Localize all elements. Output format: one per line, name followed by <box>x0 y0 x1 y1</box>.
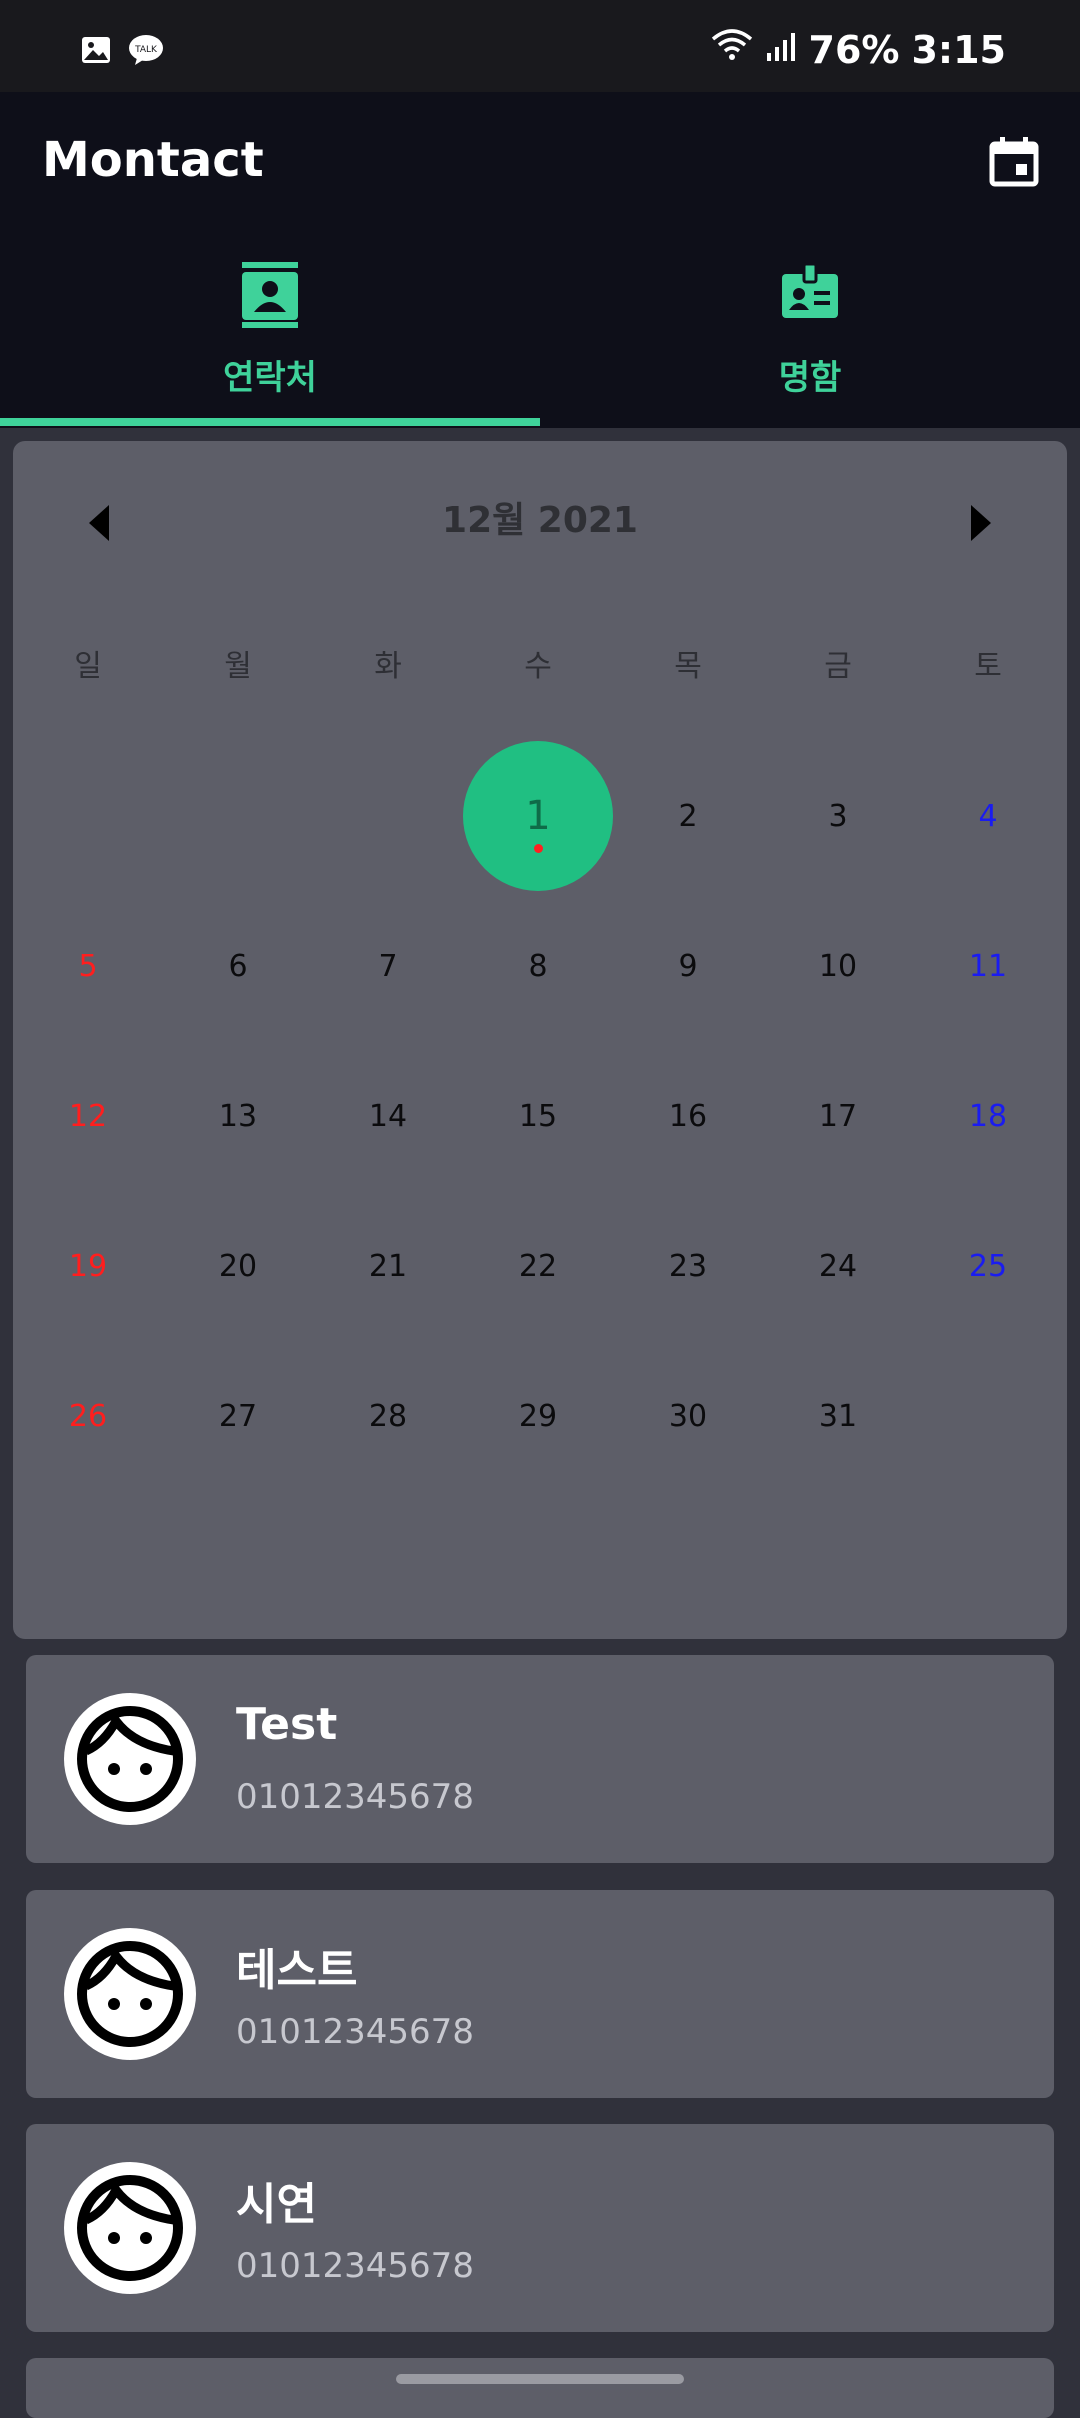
contact-name: 시연 <box>236 2179 317 2230</box>
calendar-button[interactable] <box>986 134 1042 190</box>
contact-card-partial[interactable] <box>26 2358 1054 2418</box>
day-cell[interactable]: 2 <box>613 741 763 891</box>
day-cell[interactable]: 31 <box>763 1341 913 1491</box>
weekday-label: 금 <box>824 649 852 684</box>
day-cell[interactable]: 21 <box>313 1191 463 1341</box>
battery-percent: 76% <box>808 28 900 72</box>
contact-phone: 01012345678 <box>236 2012 474 2052</box>
app-title: Montact <box>42 132 264 188</box>
day-cell[interactable]: 19 <box>13 1191 163 1341</box>
next-month-button[interactable] <box>955 493 1005 553</box>
day-cell <box>313 741 463 891</box>
day-cell[interactable]: 8 <box>463 891 613 1041</box>
weekday-label: 월 <box>224 649 252 684</box>
contact-card[interactable]: Test 01012345678 <box>26 1655 1054 1863</box>
day-cell[interactable]: 7 <box>313 891 463 1041</box>
status-bar: TALK 76% 3:15 <box>0 0 1080 92</box>
day-cell[interactable]: 5 <box>13 891 163 1041</box>
day-cell[interactable]: 10 <box>763 891 913 1041</box>
tab-contacts-label: 연락처 <box>223 358 317 398</box>
day-cell[interactable]: 4 <box>913 741 1063 891</box>
avatar <box>64 1928 196 2060</box>
day-cell <box>13 741 163 891</box>
event-dot <box>534 844 543 853</box>
day-cell[interactable]: 9 <box>613 891 763 1041</box>
day-cell-selected[interactable]: 1 <box>463 741 613 891</box>
calendar-week: 26 27 28 29 30 31 <box>13 1341 1067 1491</box>
contact-card[interactable]: 테스트 01012345678 <box>26 1890 1054 2098</box>
day-cell[interactable]: 14 <box>313 1041 463 1191</box>
day-cell[interactable]: 12 <box>13 1041 163 1191</box>
day-cell[interactable]: 26 <box>13 1341 163 1491</box>
business-card-icon <box>782 262 838 322</box>
day-cell[interactable]: 23 <box>613 1191 763 1341</box>
calendar-week: 19 20 21 22 23 24 25 <box>13 1191 1067 1341</box>
day-cell[interactable]: 3 <box>763 741 913 891</box>
day-cell[interactable]: 15 <box>463 1041 613 1191</box>
avatar <box>64 1693 196 1825</box>
weekday-label: 수 <box>524 649 552 684</box>
avatar <box>64 2162 196 2294</box>
tab-indicator <box>0 418 540 426</box>
weekday-header: 일 월 화 수 목 금 토 <box>13 641 1067 685</box>
contact-book-icon <box>242 262 298 332</box>
calendar-header: 12월 2021 <box>13 441 1067 591</box>
calendar-week: 1 2 3 4 <box>13 741 1067 891</box>
home-indicator[interactable] <box>396 2374 684 2384</box>
status-indicators: 76% 3:15 <box>711 28 1006 72</box>
day-cell[interactable]: 11 <box>913 891 1063 1041</box>
contact-phone: 01012345678 <box>236 2246 474 2286</box>
month-calendar: 12월 2021 일 월 화 수 목 금 토 1 2 3 4 5 6 7 8 9… <box>13 441 1067 1639</box>
calendar-week: 5 6 7 8 9 10 11 <box>13 891 1067 1041</box>
kakaotalk-icon: TALK <box>128 34 164 70</box>
month-title: 12월 2021 <box>442 500 638 541</box>
contact-name: 테스트 <box>236 1945 358 1996</box>
weekday-label: 목 <box>674 649 702 684</box>
day-cell <box>913 1341 1063 1491</box>
day-cell[interactable]: 24 <box>763 1191 913 1341</box>
calendar-week: 12 13 14 15 16 17 18 <box>13 1041 1067 1191</box>
day-cell[interactable]: 25 <box>913 1191 1063 1341</box>
day-cell[interactable]: 13 <box>163 1041 313 1191</box>
day-cell[interactable]: 17 <box>763 1041 913 1191</box>
face-icon <box>77 2175 183 2281</box>
day-number: 1 <box>525 793 551 839</box>
calendar-icon <box>989 137 1039 187</box>
tab-business-cards[interactable]: 명함 <box>540 262 1080 422</box>
selected-day-circle: 1 <box>463 741 613 891</box>
weekday-label: 일 <box>74 649 102 684</box>
day-cell[interactable]: 6 <box>163 891 313 1041</box>
tab-contacts[interactable]: 연락처 <box>0 262 540 422</box>
day-cell[interactable]: 30 <box>613 1341 763 1491</box>
gallery-icon <box>80 34 112 70</box>
notification-icons: TALK <box>80 34 164 70</box>
face-icon <box>77 1706 183 1812</box>
face-icon <box>77 1941 183 2047</box>
app-bar: Montact 연락처 명함 <box>0 92 1080 428</box>
wifi-icon <box>711 28 753 72</box>
contact-name: Test <box>236 1699 338 1750</box>
day-cell <box>163 741 313 891</box>
clock: 3:15 <box>911 28 1006 72</box>
day-cell[interactable]: 20 <box>163 1191 313 1341</box>
day-cell[interactable]: 18 <box>913 1041 1063 1191</box>
svg-text:TALK: TALK <box>134 45 158 55</box>
weekday-label: 화 <box>374 649 402 684</box>
day-cell[interactable]: 29 <box>463 1341 613 1491</box>
tab-business-cards-label: 명함 <box>778 358 842 398</box>
day-cell[interactable]: 28 <box>313 1341 463 1491</box>
day-cell[interactable]: 22 <box>463 1191 613 1341</box>
contact-phone: 01012345678 <box>236 1777 474 1817</box>
day-grid: 1 2 3 4 5 6 7 8 9 10 11 12 13 14 15 16 1… <box>13 741 1067 1491</box>
day-cell[interactable]: 27 <box>163 1341 313 1491</box>
signal-icon <box>765 28 797 72</box>
weekday-label: 토 <box>974 649 1002 684</box>
contact-card[interactable]: 시연 01012345678 <box>26 2124 1054 2332</box>
day-cell[interactable]: 16 <box>613 1041 763 1191</box>
chevron-right-icon <box>971 505 991 541</box>
